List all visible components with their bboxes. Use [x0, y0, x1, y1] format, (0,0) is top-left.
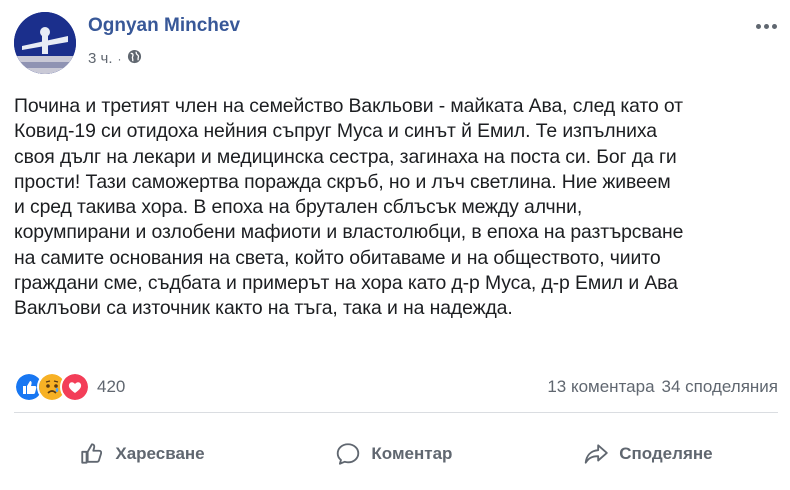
- post-text: Почина и третият член на семейство Вакль…: [14, 95, 684, 320]
- comment-icon: [337, 443, 360, 465]
- action-bar: Харесване Коментар Споделяне: [14, 426, 778, 482]
- globe-icon[interactable]: [127, 49, 142, 68]
- share-button[interactable]: Споделяне: [563, 433, 732, 475]
- share-label: Споделяне: [619, 444, 713, 463]
- comment-button[interactable]: Коментар: [315, 433, 472, 475]
- reaction-count[interactable]: 420: [97, 377, 125, 397]
- shares-count[interactable]: 34 споделяния: [662, 377, 778, 397]
- facebook-post: Ognyan Minchev 3 ч. · Почина и третият ч…: [0, 0, 790, 490]
- avatar[interactable]: [14, 12, 76, 74]
- reactions-summary[interactable]: 420: [14, 372, 125, 402]
- thumbs-up-icon: [81, 443, 103, 464]
- post-time[interactable]: 3 ч.: [88, 50, 113, 67]
- more-options-icon[interactable]: [754, 16, 778, 36]
- meta-separator: ·: [117, 51, 122, 66]
- author-name[interactable]: Ognyan Minchev: [88, 15, 240, 37]
- love-icon: [60, 372, 90, 402]
- engagement-counts: 13 коментара 34 споделяния: [547, 377, 778, 397]
- post-meta: 3 ч. ·: [88, 49, 142, 68]
- like-label: Харесване: [115, 444, 205, 463]
- share-icon: [584, 444, 608, 464]
- reaction-icons: [14, 372, 90, 402]
- divider: [14, 412, 778, 413]
- like-button[interactable]: Харесване: [59, 433, 224, 475]
- comment-label: Коментар: [371, 444, 453, 463]
- comments-count[interactable]: 13 коментара: [547, 377, 654, 397]
